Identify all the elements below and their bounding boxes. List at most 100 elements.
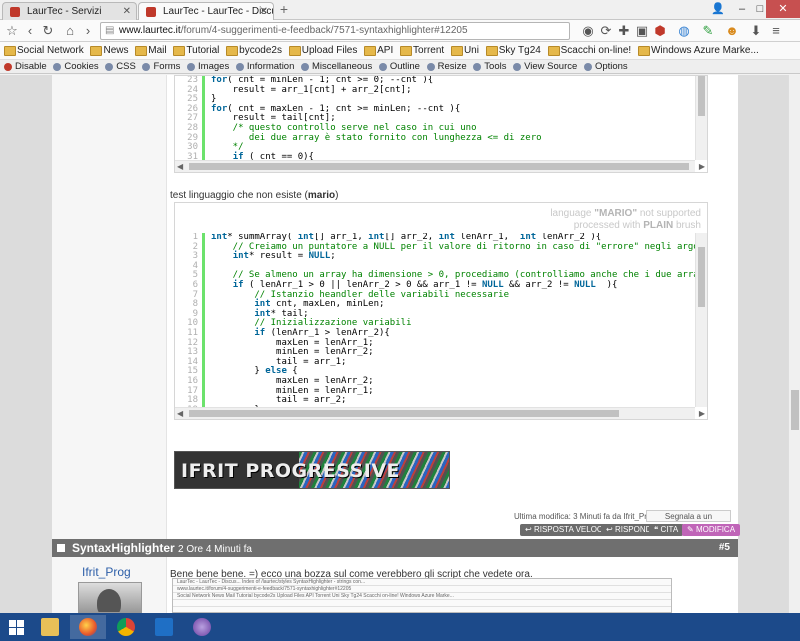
quote-button[interactable]: ❝ CITA xyxy=(649,524,684,536)
new-tab-button[interactable]: + xyxy=(276,2,292,18)
scroll-thumb[interactable] xyxy=(698,76,705,116)
screenshot-row: LaurTec - LaurTec - Discus... Index of /… xyxy=(173,579,671,586)
bookmark-api[interactable]: API xyxy=(364,42,393,59)
scroll-thumb[interactable] xyxy=(698,247,705,307)
vertical-scrollbar[interactable] xyxy=(695,233,707,407)
scroll-left-arrow-icon[interactable]: ◀ xyxy=(177,161,183,173)
chrome-icon xyxy=(117,618,135,636)
unsupported-language-warning: language "MARIO" not supported processed… xyxy=(550,208,701,232)
dev-miscellaneous-menu[interactable]: Miscellaneous xyxy=(301,60,372,73)
post-title: SyntaxHighlighter 2 Ore 4 Minuti fa xyxy=(72,540,252,558)
page-viewport: 23 24 25 26 27 28 29 30 31 for( cnt = minLen - 1… xyxy=(0,75,788,613)
adblock-icon[interactable]: ⬢ xyxy=(652,23,668,39)
dev-cookies-menu[interactable]: Cookies xyxy=(53,60,99,73)
quick-reply-button[interactable]: ↩ RISPOSTA VELOCE xyxy=(520,524,614,536)
reply-arrow-icon: ↩ xyxy=(525,525,534,534)
embedded-screenshot: LaurTec - LaurTec - Discus... Index of /… xyxy=(172,578,672,613)
dev-disable-menu[interactable]: Disable xyxy=(4,60,47,73)
bookmark-social-network[interactable]: Social Network xyxy=(4,42,84,59)
post-header: SyntaxHighlighter 2 Ore 4 Minuti fa #5 xyxy=(52,539,738,557)
menu-icon[interactable]: ≡ xyxy=(768,23,784,39)
dev-information-menu[interactable]: Information xyxy=(235,60,294,73)
firefox-icon xyxy=(79,618,97,636)
scroll-left-arrow-icon[interactable]: ◀ xyxy=(177,408,183,420)
bookmark-torrent[interactable]: Torrent xyxy=(400,42,444,59)
bookmark-windows-azure[interactable]: Windows Azure Marke... xyxy=(637,42,759,59)
download-icon[interactable]: ⬇ xyxy=(748,23,764,39)
bookmark-tutorial[interactable]: Tutorial xyxy=(173,42,219,59)
extension-face-icon[interactable]: ☻ xyxy=(724,23,740,39)
avatar[interactable] xyxy=(78,582,142,613)
dev-resize-menu[interactable]: Resize xyxy=(426,60,467,73)
dev-outline-menu[interactable]: Outline xyxy=(378,60,420,73)
post-time: 2 Ore 4 Minuti fa xyxy=(178,544,252,555)
tab-laurtec-discussion[interactable]: LaurTec - LaurTec - Discus... ✕ xyxy=(138,2,274,21)
bookmark-news[interactable]: News xyxy=(90,42,129,59)
maximize-button[interactable]: □ xyxy=(754,0,766,18)
dev-forms-menu[interactable]: Forms xyxy=(142,60,180,73)
extension-leaf-icon[interactable]: ✎ xyxy=(700,23,716,39)
taskbar-app[interactable] xyxy=(184,615,220,639)
dev-tools-menu[interactable]: Tools xyxy=(473,60,506,73)
code-block-mario: language "MARIO" not supported processed… xyxy=(174,202,708,420)
horizontal-scrollbar[interactable]: ◀ ▶ xyxy=(175,160,705,173)
code-language-label: test linguaggio che non esiste (mario) xyxy=(170,190,338,201)
code-area: 23 24 25 26 27 28 29 30 31 for( cnt = minLen - 1… xyxy=(175,76,695,160)
close-icon[interactable]: ✕ xyxy=(260,3,268,20)
folder-icon xyxy=(41,618,59,636)
post-number[interactable]: #5 xyxy=(719,541,730,555)
dev-images-menu[interactable]: Images xyxy=(187,60,229,73)
bookmark-upload-files[interactable]: Upload Files xyxy=(288,42,357,59)
extension-globe-icon[interactable]: ◍ xyxy=(676,23,692,39)
post-icon xyxy=(57,544,65,552)
code-lines: int* summArray( int[] arr_1, int[] arr_2… xyxy=(211,233,695,407)
bookmark-mail[interactable]: Mail xyxy=(135,42,167,59)
code-line: if ( cnt == 0){ xyxy=(232,151,314,160)
bookmark-scacchi[interactable]: Scacchi on-line! xyxy=(547,42,631,59)
title-bar: LaurTec - Servizi ✕ LaurTec - LaurTec - … xyxy=(0,0,800,21)
dev-view-source-menu[interactable]: View Source xyxy=(513,60,577,73)
scroll-right-arrow-icon[interactable]: ▶ xyxy=(699,161,705,173)
bookmark-sky-tg24[interactable]: Sky Tg24 xyxy=(485,42,541,59)
window-close-button[interactable]: ✕ xyxy=(766,0,800,18)
address-bar[interactable]: ▤ www.laurtec.it/forum/4-suggerimenti-e-… xyxy=(100,22,570,40)
window-user-icon[interactable]: 👤 xyxy=(706,0,730,18)
dev-options-menu[interactable]: Options xyxy=(583,60,628,73)
back-arrow-icon[interactable]: ‹ xyxy=(22,23,38,39)
reload-icon[interactable]: ↻ xyxy=(40,23,56,39)
screenshot-row: www.laurtec.it/forum/4-suggerimenti-e-fe… xyxy=(173,586,671,593)
extension-puzzle-icon[interactable]: ✚ xyxy=(616,23,632,39)
warning-language: "MARIO" xyxy=(594,208,638,219)
edit-button[interactable]: ✎ MODIFICA xyxy=(682,524,741,536)
report-to-moderator-button[interactable]: Segnala a un moderatore xyxy=(646,510,731,532)
scroll-right-arrow-icon[interactable]: ▶ xyxy=(699,408,705,420)
page-scrollbar[interactable] xyxy=(788,75,800,613)
taskbar-outlook[interactable] xyxy=(146,615,182,639)
start-button[interactable] xyxy=(0,613,30,641)
horizontal-scrollbar[interactable]: ◀ ▶ xyxy=(175,407,705,420)
taskbar-chrome[interactable] xyxy=(108,615,144,639)
taskbar-file-explorer[interactable] xyxy=(32,615,68,639)
dev-css-menu[interactable]: CSS xyxy=(105,60,136,73)
scroll-thumb[interactable] xyxy=(189,410,619,417)
taskbar-firefox[interactable] xyxy=(70,615,106,639)
bookmark-star-icon[interactable]: ☆ xyxy=(4,23,20,39)
home-icon[interactable]: ⌂ xyxy=(62,23,78,39)
extension-sync-icon[interactable]: ⟳ xyxy=(598,23,614,39)
vertical-scrollbar[interactable] xyxy=(695,76,707,160)
scroll-thumb[interactable] xyxy=(189,163,689,170)
warning-prefix: language xyxy=(550,208,595,219)
tab-laurtec-servizi[interactable]: LaurTec - Servizi ✕ xyxy=(2,2,137,20)
forward-arrow-icon[interactable]: › xyxy=(80,23,96,39)
bookmark-bycode2s[interactable]: bycode2s xyxy=(226,42,282,59)
app-icon xyxy=(193,618,211,636)
tab-title: LaurTec - Servizi xyxy=(27,6,102,17)
extension-github-icon[interactable]: ◉ xyxy=(580,23,596,39)
close-icon[interactable]: ✕ xyxy=(123,3,131,20)
outlook-icon xyxy=(155,618,173,636)
post-author-name[interactable]: Ifrit_Prog xyxy=(82,565,131,579)
minimize-button[interactable]: – xyxy=(730,0,754,18)
bookmark-uni[interactable]: Uni xyxy=(450,42,479,59)
page-scroll-thumb[interactable] xyxy=(791,390,799,430)
extension-camera-icon[interactable]: ▣ xyxy=(634,23,650,39)
